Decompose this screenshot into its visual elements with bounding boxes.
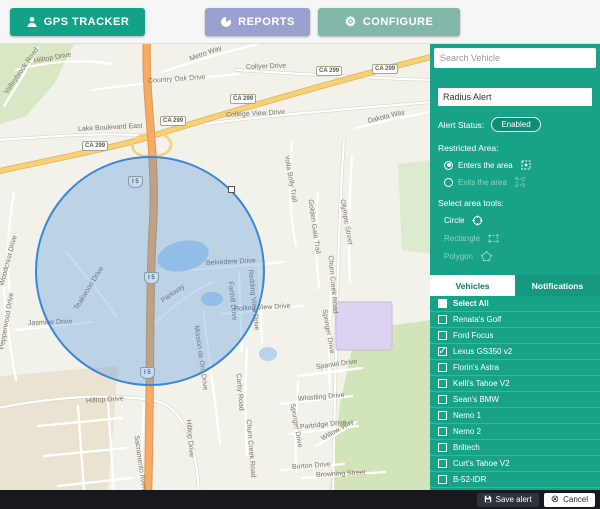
vehicle-name: Renata's Golf: [453, 315, 501, 324]
vehicle-row[interactable]: Kelli's Tahoe V2: [430, 376, 600, 392]
polygon-tool-icon: [481, 251, 492, 262]
alert-name-input[interactable]: [438, 88, 592, 106]
cancel-button[interactable]: ⊗ Cancel: [544, 493, 595, 507]
vehicle-checkbox[interactable]: [438, 395, 447, 404]
rectangle-tool-label: Rectangle: [444, 234, 480, 243]
polygon-tool-label: Polygon: [444, 252, 473, 261]
exits-area-radio[interactable]: [444, 178, 453, 187]
enters-area-label: Enters the area: [458, 161, 513, 170]
vehicle-row[interactable]: Sean's BMW: [430, 392, 600, 408]
save-alert-button[interactable]: Save alert: [477, 493, 539, 507]
vehicle-name: Select All: [453, 299, 489, 308]
circle-resize-handle[interactable]: [228, 186, 235, 193]
circle-tool[interactable]: Circle: [444, 215, 592, 226]
vehicle-checkbox[interactable]: [438, 475, 447, 484]
circle-tool-label: Circle: [444, 216, 464, 225]
exits-area-option[interactable]: Exits the area: [444, 177, 592, 187]
vehicle-name: Lexus GS350 v2: [453, 347, 512, 356]
gps-tracker-app: GPS TRACKER REPORTS ⚙ CONFIGURE: [0, 0, 600, 509]
vehicle-name: Kelli's Tahoe V2: [453, 379, 510, 388]
circle-tool-icon: [472, 215, 483, 226]
vehicle-checkbox[interactable]: [438, 411, 447, 420]
sidebar-tabs: Vehicles Notifications: [430, 275, 600, 296]
top-nav: GPS TRACKER REPORTS ⚙ CONFIGURE: [0, 0, 600, 44]
vehicle-checkbox[interactable]: ✓: [438, 347, 447, 356]
reports-tab[interactable]: REPORTS: [205, 8, 310, 36]
enters-area-option[interactable]: Enters the area: [444, 160, 592, 170]
gps-tracker-label: GPS TRACKER: [44, 16, 130, 28]
save-alert-label: Save alert: [496, 495, 532, 504]
vehicle-name: Briltech: [453, 443, 480, 452]
vehicle-checkbox[interactable]: [438, 427, 447, 436]
vehicle-row[interactable]: Nemo 2: [430, 424, 600, 440]
vehicle-name: Sean's BMW: [453, 395, 499, 404]
vehicle-list: Select All Renata's Golf Ford Focus ✓ Lexus …: [430, 296, 600, 490]
vehicle-checkbox[interactable]: [438, 331, 447, 340]
rectangle-tool[interactable]: Rectangle: [444, 233, 592, 244]
enters-area-radio[interactable]: [444, 161, 453, 170]
tab-vehicles[interactable]: Vehicles: [430, 275, 515, 296]
vehicle-name: B-52-IDR: [453, 475, 486, 484]
vehicle-checkbox[interactable]: [438, 459, 447, 468]
vehicle-name: Nemo 2: [453, 427, 481, 436]
vehicle-row[interactable]: Briltech: [430, 440, 600, 456]
cancel-label: Cancel: [563, 495, 588, 504]
vehicle-row[interactable]: B-52-IDR: [430, 472, 600, 488]
vehicle-row[interactable]: Curt's Tahoe V2: [430, 456, 600, 472]
tab-notifications[interactable]: Notifications: [515, 275, 600, 296]
vehicle-name: Nemo 1: [453, 411, 481, 420]
rectangle-tool-icon: [488, 233, 499, 244]
vehicle-name: Florin's Astra: [453, 363, 499, 372]
vehicle-name: Ford Focus: [453, 331, 493, 340]
vehicle-checkbox[interactable]: [438, 379, 447, 388]
vehicle-checkbox[interactable]: [438, 315, 447, 324]
vehicle-row[interactable]: Ford Focus: [430, 328, 600, 344]
restricted-area-label: Restricted Area:: [438, 143, 592, 153]
vehicle-checkbox[interactable]: [438, 363, 447, 372]
person-pin-icon: [26, 16, 38, 28]
reports-label: REPORTS: [238, 16, 295, 28]
exits-area-label: Exits the area: [458, 178, 507, 187]
exit-area-icon: [515, 177, 525, 187]
alert-status-row: Alert Status: Enabled: [438, 117, 592, 132]
vehicle-checkbox[interactable]: [438, 443, 447, 452]
vehicle-row[interactable]: ✓ Lexus GS350 v2: [430, 344, 600, 360]
configure-label: CONFIGURE: [363, 16, 434, 28]
bottom-bar: Save alert ⊗ Cancel: [0, 490, 600, 509]
cancel-icon: ⊗: [551, 495, 559, 505]
alert-sidebar: Alert Status: Enabled Restricted Area: E…: [430, 44, 600, 490]
pie-chart-icon: [220, 16, 232, 28]
gps-tracker-tab[interactable]: GPS TRACKER: [10, 8, 145, 36]
alert-status-toggle[interactable]: Enabled: [491, 117, 540, 132]
vehicle-checkbox[interactable]: [438, 299, 447, 308]
alert-status-label: Alert Status:: [438, 120, 484, 130]
search-vehicle-input[interactable]: [434, 48, 596, 68]
vehicle-row[interactable]: Florin's Astra: [430, 360, 600, 376]
gear-icon: ⚙: [345, 15, 357, 28]
area-tools-label: Select area tools:: [438, 198, 592, 208]
enter-area-icon: [521, 160, 531, 170]
vehicle-row[interactable]: Nemo 1: [430, 408, 600, 424]
vehicle-row[interactable]: Select All: [430, 296, 600, 312]
vehicle-name: Curt's Tahoe V2: [453, 459, 510, 468]
polygon-tool[interactable]: Polygon: [444, 251, 592, 262]
map-canvas[interactable]: Valleybrook RoadHilltop DriveMetro WayCo…: [0, 44, 430, 490]
configure-tab[interactable]: ⚙ CONFIGURE: [318, 8, 460, 36]
vehicle-row[interactable]: Renata's Golf: [430, 312, 600, 328]
save-icon: [484, 495, 492, 505]
